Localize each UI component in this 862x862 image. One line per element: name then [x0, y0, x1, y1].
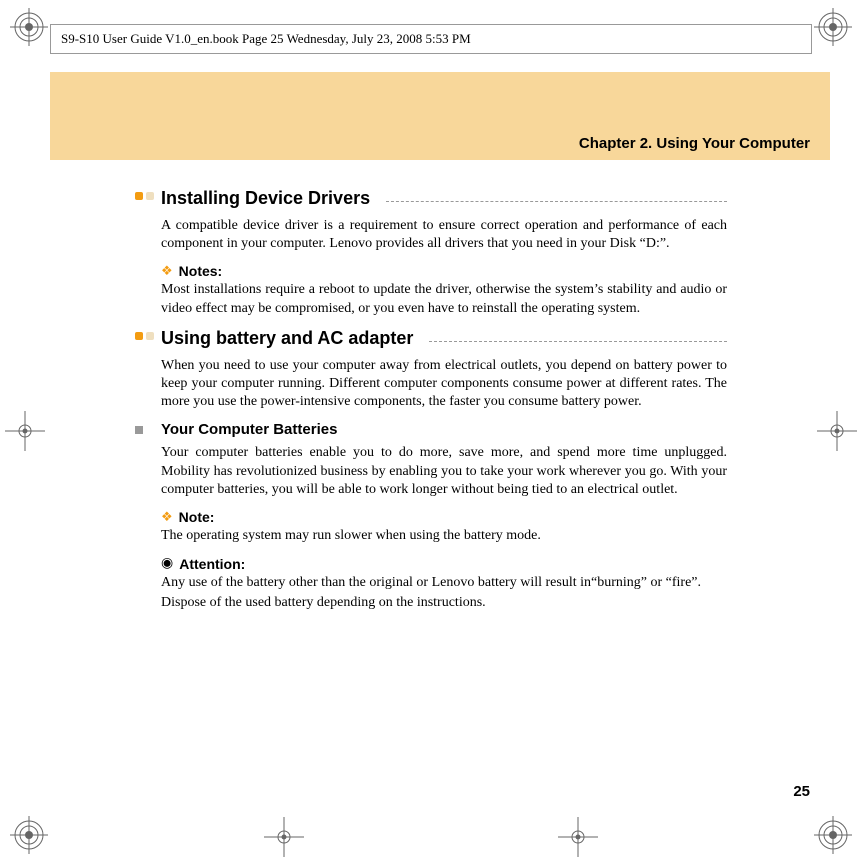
registration-mark-icon	[10, 8, 48, 46]
diamond-icon: ❖	[161, 509, 173, 525]
document-header-box: S9-S10 User Guide V1.0_en.book Page 25 W…	[50, 24, 812, 54]
registration-mark-icon	[814, 8, 852, 46]
body-paragraph: When you need to use your computer away …	[161, 357, 727, 412]
body-paragraph: Most installations require a reboot to u…	[161, 281, 727, 317]
registration-mark-icon	[814, 816, 852, 854]
note-label: ❖ Note:	[161, 509, 727, 525]
heading-dash-line	[386, 201, 727, 202]
square-bullet-icon	[135, 426, 143, 434]
body-paragraph: Dispose of the used battery depending on…	[161, 594, 727, 612]
notes-label: ❖ Notes:	[161, 263, 727, 279]
section-heading: Using battery and AC adapter	[161, 328, 727, 349]
section-title: Using battery and AC adapter	[161, 328, 413, 349]
body-paragraph: Any use of the battery other than the or…	[161, 574, 727, 592]
section-bullet-icon	[135, 192, 154, 200]
attention-label: ◉ Attention:	[161, 555, 727, 572]
diamond-icon: ❖	[161, 263, 173, 279]
note-label-text: Note:	[179, 509, 215, 525]
subsection-heading: Your Computer Batteries	[161, 421, 727, 438]
attention-label-text: Attention:	[179, 556, 245, 572]
notes-label-text: Notes:	[179, 263, 223, 279]
heading-dash-line	[429, 341, 727, 342]
section-title: Installing Device Drivers	[161, 188, 370, 209]
crop-mark-icon	[264, 817, 304, 857]
registration-mark-icon	[10, 816, 48, 854]
chapter-title: Chapter 2. Using Your Computer	[579, 135, 810, 152]
subsection-title: Your Computer Batteries	[161, 421, 337, 438]
crop-mark-icon	[558, 817, 598, 857]
section-bullet-icon	[135, 332, 154, 340]
body-paragraph: The operating system may run slower when…	[161, 527, 727, 545]
page-number: 25	[793, 783, 810, 800]
attention-icon: ◉	[161, 555, 173, 572]
section-heading: Installing Device Drivers	[161, 188, 727, 209]
page-content: Installing Device Drivers A compatible d…	[135, 188, 727, 622]
body-paragraph: Your computer batteries enable you to do…	[161, 444, 727, 499]
document-header-text: S9-S10 User Guide V1.0_en.book Page 25 W…	[61, 31, 471, 47]
crop-mark-icon	[5, 411, 45, 451]
body-paragraph: A compatible device driver is a requirem…	[161, 217, 727, 253]
crop-mark-icon	[817, 411, 857, 451]
